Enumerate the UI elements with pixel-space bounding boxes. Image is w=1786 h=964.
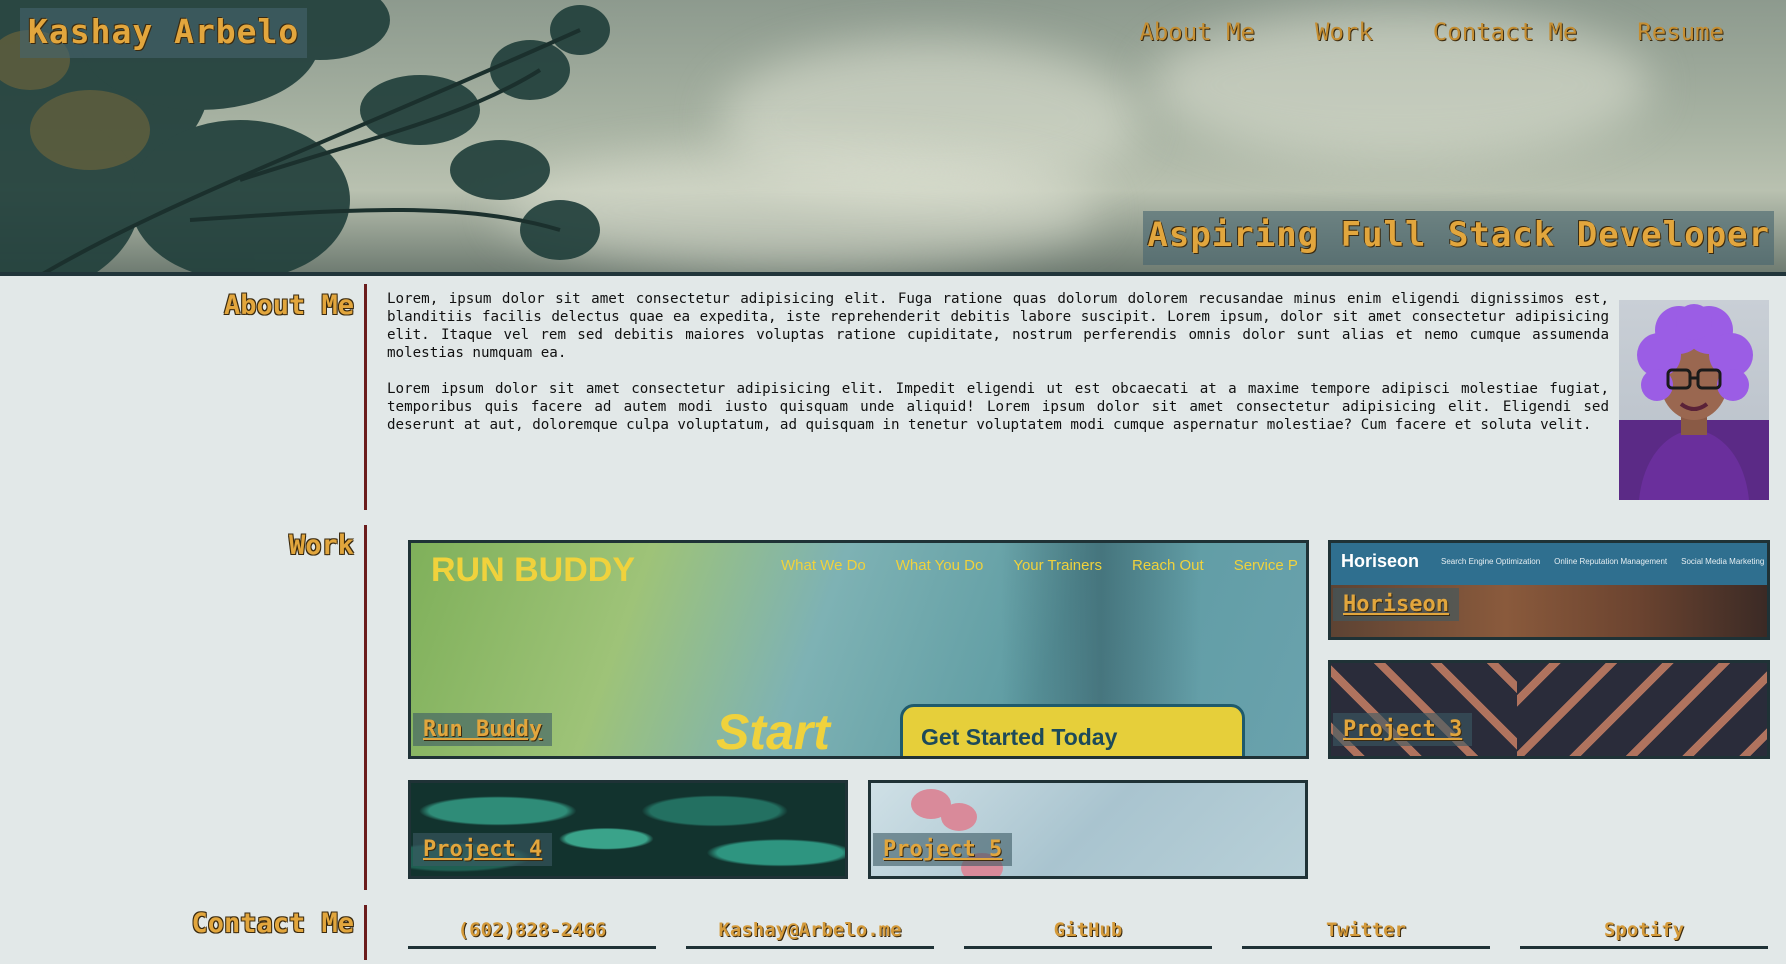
profile-photo: [1619, 300, 1769, 500]
chevron-pattern-image: [1517, 663, 1767, 756]
top-nav: About Me Work Contact Me Resume: [1139, 18, 1724, 46]
preview-nav-item: Social Media Marketing: [1681, 557, 1765, 566]
hero-tagline: Aspiring Full Stack Developer: [1143, 211, 1774, 265]
horiseon-preview-brand: Horiseon: [1341, 551, 1420, 571]
run-buddy-preview-nav: What We Do What You Do Your Trainers Rea…: [781, 557, 1306, 574]
preview-nav-item: What We Do: [781, 557, 866, 574]
about-divider: [364, 284, 367, 510]
project-link-5[interactable]: Project 5: [873, 833, 1013, 866]
preview-nav-item: Service P: [1233, 557, 1298, 574]
project-card-4[interactable]: Project 4: [408, 780, 848, 879]
nav-link-about[interactable]: About Me: [1139, 18, 1255, 46]
project-link-4[interactable]: Project 4: [413, 833, 553, 866]
nav-link-work[interactable]: Work: [1315, 18, 1373, 46]
project-link-3[interactable]: Project 3: [1333, 713, 1473, 746]
contact-email-link[interactable]: Kashay@Arbelo.me: [686, 917, 934, 949]
about-section-title: About Me: [223, 290, 354, 321]
run-buddy-preview-start: Start: [716, 704, 830, 759]
contact-divider: [364, 905, 367, 960]
project-card-horiseon[interactable]: Horiseon Search Engine Optimization Onli…: [1328, 540, 1770, 640]
contact-github-link[interactable]: GitHub: [964, 917, 1212, 949]
hero-banner: Kashay Arbelo About Me Work Contact Me R…: [0, 0, 1786, 276]
run-buddy-preview-cta: Get Started Today: [900, 704, 1245, 756]
site-brand[interactable]: Kashay Arbelo: [20, 8, 308, 58]
about-paragraph: Lorem, ipsum dolor sit amet consectetur …: [387, 291, 1609, 361]
profile-photo-image: [1619, 304, 1769, 500]
preview-nav-item: What You Do: [895, 557, 984, 574]
preview-nav-item: Online Reputation Management: [1554, 557, 1668, 566]
work-section-title: Work: [288, 530, 354, 561]
nav-link-contact[interactable]: Contact Me: [1433, 18, 1578, 46]
about-text: Lorem, ipsum dolor sit amet consectetur …: [387, 290, 1609, 452]
project-card-5[interactable]: Project 5: [868, 780, 1308, 879]
nav-link-resume[interactable]: Resume: [1637, 18, 1724, 46]
contact-twitter-link[interactable]: Twitter: [1242, 917, 1490, 949]
preview-nav-item: Your Trainers: [1013, 557, 1102, 574]
run-buddy-preview-title: RUN BUDDY: [431, 551, 635, 589]
contact-phone-link[interactable]: (602)828-2466: [408, 917, 656, 949]
project-link-run-buddy[interactable]: Run Buddy: [413, 713, 553, 746]
project-card-3[interactable]: Project 3: [1328, 660, 1770, 759]
contact-section-title: Contact Me: [191, 908, 354, 939]
project-link-horiseon[interactable]: Horiseon: [1333, 588, 1459, 621]
horiseon-preview-nav: Search Engine Optimization Online Reputa…: [1441, 557, 1764, 566]
blossom-shape: [941, 803, 977, 831]
preview-nav-item: Search Engine Optimization: [1441, 557, 1541, 566]
about-paragraph: Lorem ipsum dolor sit amet consectetur a…: [387, 381, 1609, 433]
work-divider: [364, 525, 367, 890]
project-card-run-buddy[interactable]: RUN BUDDY What We Do What You Do Your Tr…: [408, 540, 1309, 759]
preview-nav-item: Reach Out: [1131, 557, 1204, 574]
contact-spotify-link[interactable]: Spotify: [1520, 917, 1768, 949]
